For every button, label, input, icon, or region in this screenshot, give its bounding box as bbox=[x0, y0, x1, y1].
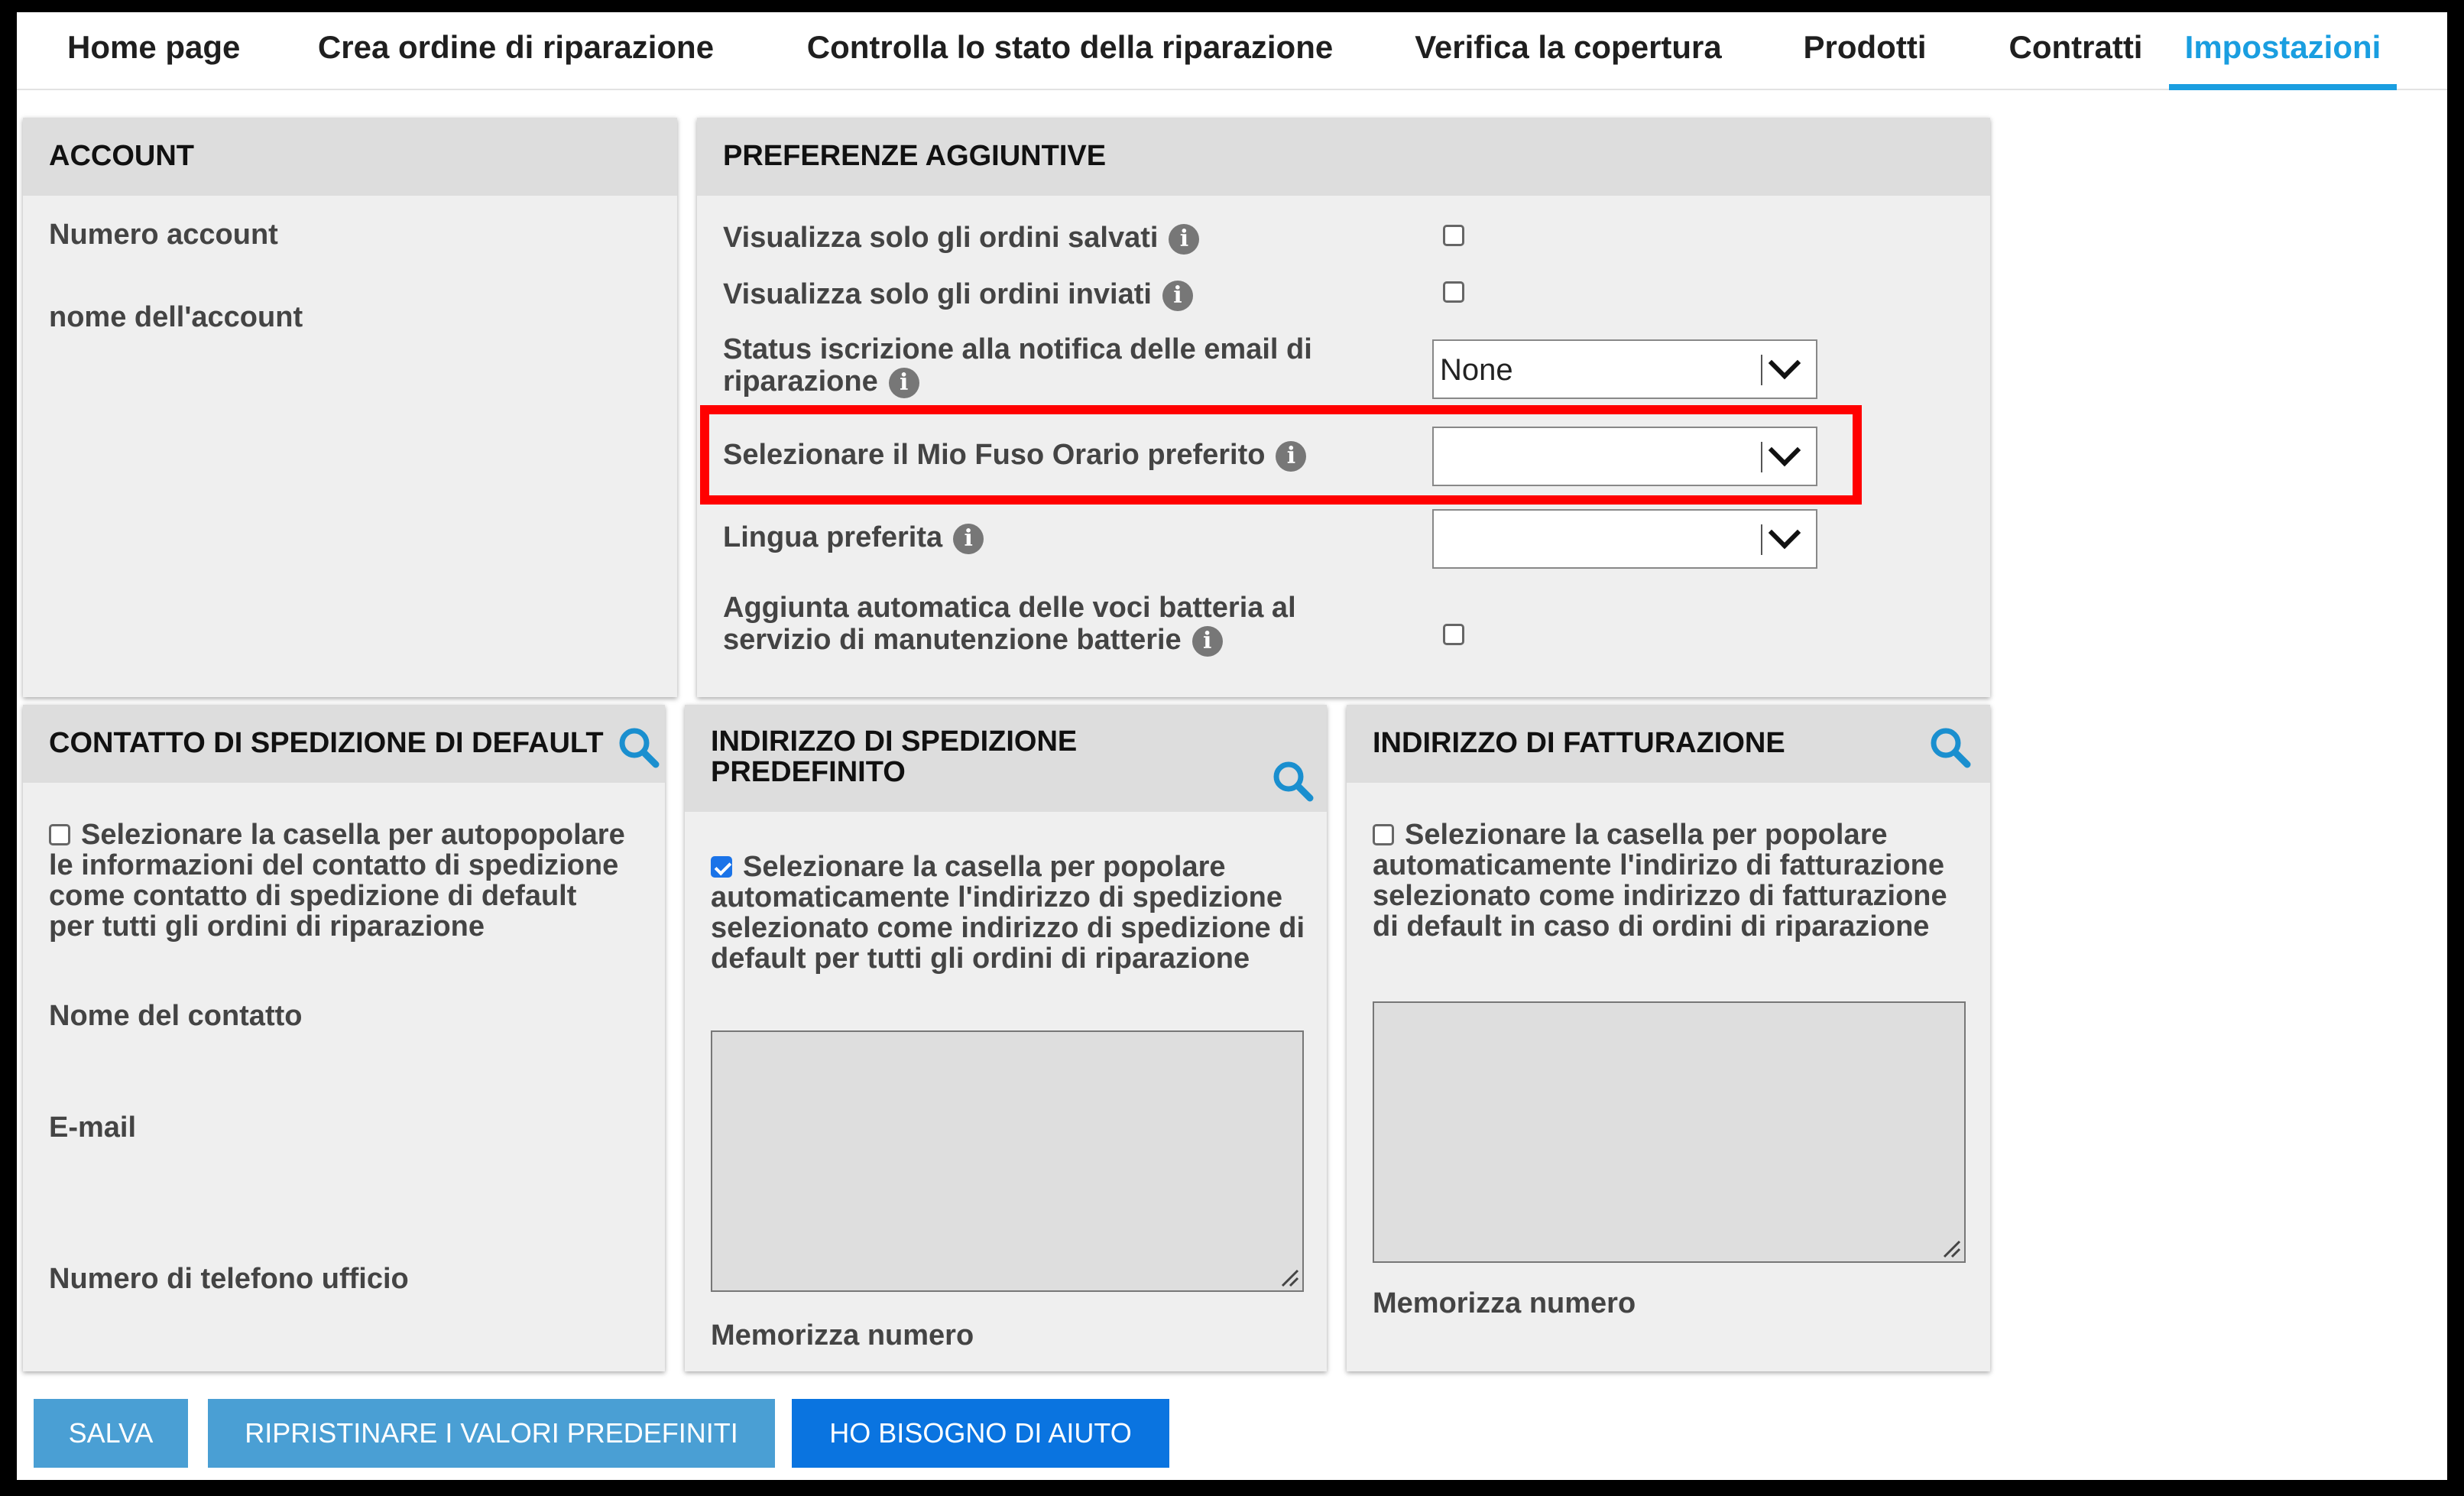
account-number-label: Numero account bbox=[49, 219, 278, 251]
email-status-select[interactable]: None bbox=[1432, 339, 1817, 399]
language-label: Lingua preferita bbox=[723, 521, 943, 553]
email-label: E-mail bbox=[49, 1111, 137, 1144]
tab-settings[interactable]: Impostazioni bbox=[2169, 29, 2397, 90]
account-panel-title: ACCOUNT bbox=[23, 118, 677, 196]
save-button[interactable]: SALVA bbox=[34, 1399, 188, 1468]
account-name-label: nome dell'account bbox=[49, 301, 303, 333]
shipping-address-checkbox-text: Selezionare la casella per popolare auto… bbox=[711, 851, 1305, 975]
reset-defaults-button[interactable]: RIPRISTINARE I VALORI PREDEFINITI bbox=[208, 1399, 775, 1468]
billing-address-panel: INDIRIZZO DI FATTURAZIONE Selezionare la… bbox=[1347, 705, 1990, 1371]
sent-only-row: Visualizza solo gli ordini inviati i bbox=[723, 278, 1193, 311]
app-frame: Home page Crea ordine di riparazione Con… bbox=[17, 12, 2447, 1480]
shipping-contact-panel: CONTATTO DI SPEDIZIONE DI DEFAULT Selezi… bbox=[23, 705, 665, 1371]
chevron-down-icon[interactable] bbox=[1768, 346, 1801, 380]
billing-store-number-label: Memorizza numero bbox=[1373, 1287, 1636, 1319]
resize-grip-icon[interactable] bbox=[1279, 1267, 1299, 1287]
preferences-panel-title: PREFERENZE AGGIUNTIVE bbox=[697, 118, 1990, 196]
shipping-address-autofill: Selezionare la casella per popolare auto… bbox=[711, 852, 1307, 974]
info-icon[interactable]: i bbox=[953, 523, 984, 554]
search-icon[interactable] bbox=[1927, 725, 1973, 771]
help-button[interactable]: HO BISOGNO DI AIUTO bbox=[792, 1399, 1169, 1468]
shipping-address-title: INDIRIZZO DI SPEDIZIONE PREDEFINITO bbox=[685, 705, 1327, 812]
email-status-label-cont: riparazione bbox=[723, 365, 878, 398]
info-icon[interactable]: i bbox=[1169, 223, 1200, 255]
tab-contracts[interactable]: Contratti bbox=[1995, 29, 2157, 89]
info-icon[interactable]: i bbox=[1162, 280, 1193, 311]
email-status-row: Status iscrizione alla notifica delle em… bbox=[723, 333, 1312, 398]
info-icon[interactable]: i bbox=[888, 367, 919, 398]
saved-only-label: Visualizza solo gli ordini salvati bbox=[723, 222, 1159, 254]
shipping-address-panel: INDIRIZZO DI SPEDIZIONE PREDEFINITO Sele… bbox=[685, 705, 1327, 1371]
billing-address-autofill: Selezionare la casella per popolare auto… bbox=[1373, 819, 1969, 942]
account-panel: ACCOUNT Numero account nome dell'account bbox=[23, 118, 677, 697]
sent-only-checkbox[interactable] bbox=[1443, 281, 1464, 303]
shipping-store-number-label: Memorizza numero bbox=[711, 1319, 974, 1352]
billing-address-checkbox-text: Selezionare la casella per popolare auto… bbox=[1373, 819, 1947, 943]
shipping-contact-title: CONTATTO DI SPEDIZIONE DI DEFAULT bbox=[23, 705, 665, 783]
select-separator bbox=[1761, 355, 1762, 385]
shipping-address-textarea[interactable] bbox=[711, 1030, 1304, 1292]
billing-address-checkbox[interactable] bbox=[1373, 824, 1394, 845]
saved-only-checkbox[interactable] bbox=[1443, 225, 1464, 246]
email-status-value: None bbox=[1440, 353, 1513, 387]
battery-checkbox[interactable] bbox=[1443, 624, 1464, 645]
search-icon[interactable] bbox=[616, 725, 662, 771]
tab-create-repair-order[interactable]: Crea ordine di riparazione bbox=[313, 29, 718, 89]
billing-address-textarea[interactable] bbox=[1373, 1001, 1966, 1263]
tab-repair-status[interactable]: Controlla lo stato della riparazione bbox=[795, 29, 1345, 89]
tab-products[interactable]: Prodotti bbox=[1796, 29, 1934, 89]
office-phone-label: Numero di telefono ufficio bbox=[49, 1263, 409, 1295]
billing-address-title: INDIRIZZO DI FATTURAZIONE bbox=[1347, 705, 1990, 783]
chevron-down-icon[interactable] bbox=[1768, 516, 1801, 550]
shipping-contact-checkbox[interactable] bbox=[49, 824, 70, 845]
saved-only-row: Visualizza solo gli ordini salvati i bbox=[723, 222, 1200, 255]
top-nav: Home page Crea ordine di riparazione Con… bbox=[17, 12, 2447, 90]
battery-row: Aggiunta automatica delle voci batteria … bbox=[723, 592, 1296, 657]
select-separator bbox=[1761, 524, 1762, 555]
shipping-contact-checkbox-text: Selezionare la casella per autopopolare … bbox=[49, 819, 625, 943]
resize-grip-icon[interactable] bbox=[1941, 1238, 1961, 1258]
timezone-highlight-box bbox=[700, 405, 1862, 505]
language-row: Lingua preferita i bbox=[723, 521, 984, 554]
shipping-address-checkbox[interactable] bbox=[711, 856, 732, 878]
email-status-label: Status iscrizione alla notifica delle em… bbox=[723, 333, 1312, 365]
sent-only-label: Visualizza solo gli ordini inviati bbox=[723, 278, 1152, 310]
language-select[interactable] bbox=[1432, 509, 1817, 569]
search-icon[interactable] bbox=[1270, 758, 1316, 804]
battery-label-cont: servizio di manutenzione batterie bbox=[723, 624, 1182, 656]
shipping-contact-autofill: Selezionare la casella per autopopolare … bbox=[49, 819, 630, 942]
tab-check-coverage[interactable]: Verifica la copertura bbox=[1409, 29, 1727, 89]
info-icon[interactable]: i bbox=[1191, 625, 1223, 657]
contact-name-label: Nome del contatto bbox=[49, 1000, 303, 1032]
battery-label: Aggiunta automatica delle voci batteria … bbox=[723, 592, 1296, 624]
tab-home-page[interactable]: Home page bbox=[67, 29, 240, 89]
